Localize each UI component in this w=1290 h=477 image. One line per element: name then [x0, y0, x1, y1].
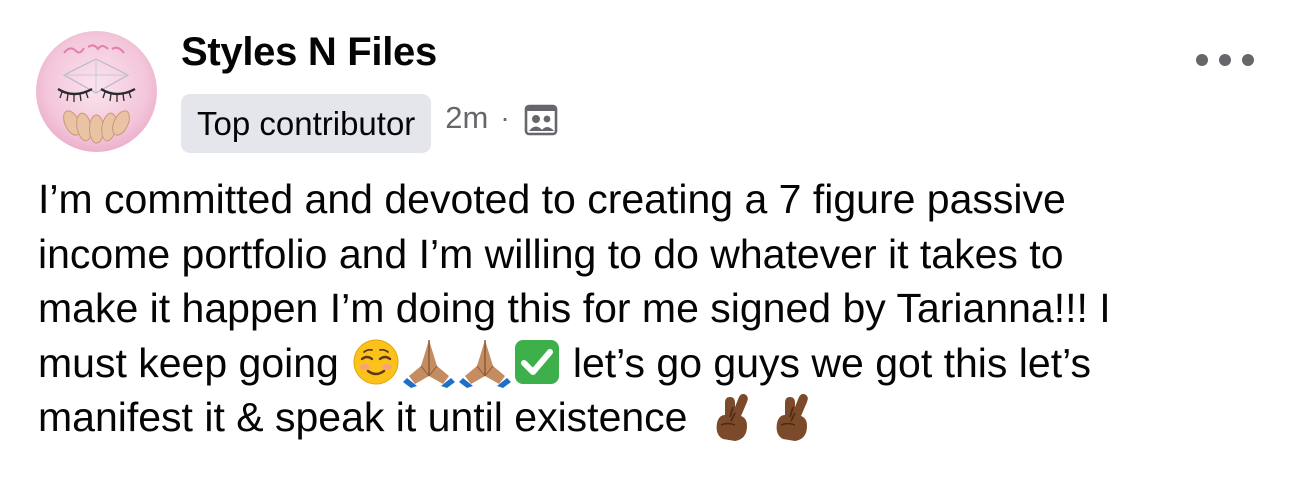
post-timestamp[interactable]: 2m [445, 100, 488, 136]
group-photo-icon[interactable] [524, 103, 558, 137]
check-mark-button-emoji [513, 338, 561, 386]
post-text-segment: manifest it & speak it until existence [38, 394, 688, 440]
avatar-logo [36, 31, 157, 152]
crossed-fingers-emoji [709, 391, 753, 442]
post-text-line: I’m committed and devoted to creating a … [38, 176, 1066, 222]
author-name[interactable]: Styles N Files [181, 27, 437, 77]
post-card: Styles N Files Top contributor 2m · I’m … [0, 0, 1290, 477]
top-contributor-badge[interactable]: Top contributor [181, 94, 432, 153]
meta-separator: · [500, 101, 510, 133]
smiling-face-emoji [351, 337, 401, 387]
post-text-line: must keep going let’s go guys we got thi… [38, 336, 1268, 391]
dot-icon [1242, 54, 1254, 66]
folded-hands-emoji [401, 336, 457, 388]
more-options-icon[interactable] [1196, 42, 1254, 78]
post-text-segment: let’s go guys we got this let’s [572, 339, 1091, 386]
dot-icon [1196, 54, 1208, 66]
crossed-fingers-emoji [769, 391, 813, 442]
dot-icon [1219, 54, 1231, 66]
post-meta: Top contributor 2m · [181, 94, 558, 153]
post-body: I’m committed and devoted to creating a … [38, 172, 1268, 445]
author-avatar[interactable] [36, 31, 157, 152]
post-text-line: manifest it & speak it until existence [38, 390, 1268, 445]
folded-hands-emoji [457, 336, 513, 388]
post-text-segment: must keep going [38, 339, 339, 386]
post-text-line: make it happen I’m doing this for me sig… [38, 285, 1111, 331]
post-text-line: income portfolio and I’m willing to do w… [38, 230, 1064, 277]
